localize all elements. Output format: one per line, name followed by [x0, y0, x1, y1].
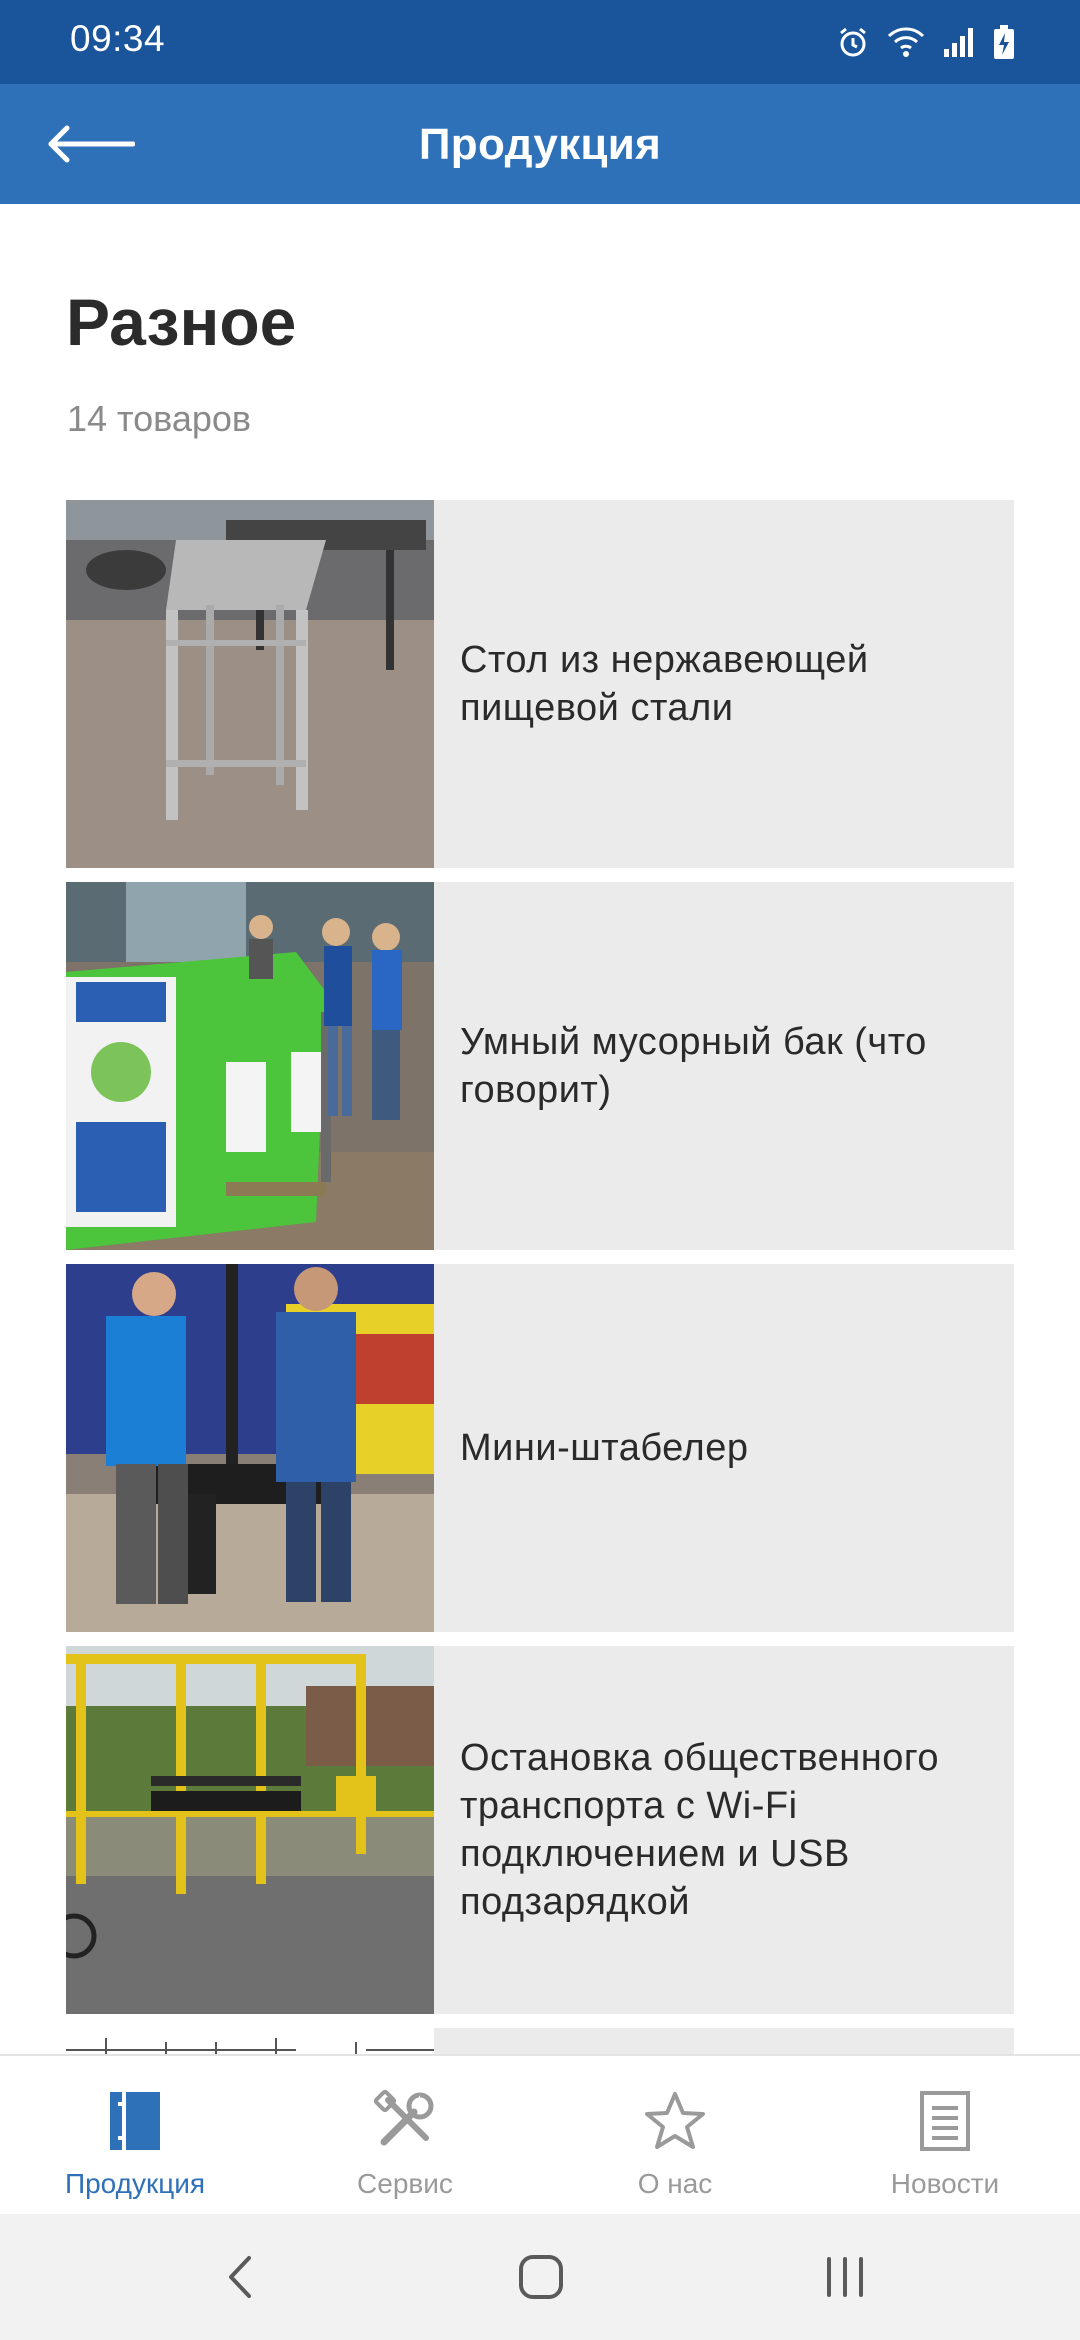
- system-back-button[interactable]: [195, 2242, 285, 2312]
- app-bar: Продукция: [0, 84, 1080, 204]
- nav-item-products[interactable]: Продукция: [0, 2056, 270, 2214]
- nav-label: Сервис: [357, 2168, 453, 2199]
- product-title: Мини-штабелер: [460, 1427, 749, 1469]
- nav-label: Продукция: [64, 2168, 206, 2199]
- category-title: Разное: [66, 285, 297, 359]
- alarm-icon: [836, 25, 870, 59]
- bottom-nav: Продукция Сервис О нас Новости: [0, 2054, 1080, 2214]
- tools-icon: [370, 2086, 440, 2156]
- product-title: Умный мусорный бак (что говорит): [460, 1021, 927, 1111]
- product-list: Стол из нержавеющей пищевой стали Умный …: [66, 500, 1014, 2054]
- system-recents-button[interactable]: [800, 2242, 890, 2312]
- system-nav-bar: [0, 2214, 1080, 2340]
- nav-label: Новости: [890, 2168, 1000, 2199]
- nav-item-service[interactable]: Сервис: [270, 2056, 540, 2214]
- nav-item-about[interactable]: О нас: [540, 2056, 810, 2214]
- product-card[interactable]: [66, 2028, 1014, 2054]
- product-card[interactable]: Стол из нержавеющей пищевой стали: [66, 500, 1014, 868]
- mini-stacker-photo: [66, 1264, 434, 1632]
- nav-label: О нас: [637, 2168, 713, 2199]
- nav-item-news[interactable]: Новости: [810, 2056, 1080, 2214]
- product-card[interactable]: Мини-штабелер: [66, 1264, 1014, 1632]
- star-icon: [640, 2086, 710, 2156]
- catalog-icon: [100, 2086, 170, 2156]
- category-count: 14 товаров: [67, 398, 252, 439]
- product-card[interactable]: Остановка общественного транспорта с Wi-…: [66, 1646, 1014, 2014]
- status-time: 09:34: [70, 18, 166, 59]
- product-title: Остановка общественного транспорта с Wi-…: [460, 1737, 940, 1923]
- product-card[interactable]: Умный мусорный бак (что говорит): [66, 882, 1014, 1250]
- content: Разное 14 товаров Стол из нержавеющей пи…: [0, 204, 1080, 2054]
- battery-charging-icon: [992, 24, 1016, 60]
- wifi-icon: [886, 25, 926, 59]
- signal-icon: [942, 25, 976, 59]
- recents-icon: [827, 2257, 863, 2297]
- screen: 09:34 Продукция Разное 14 товаров Стол и…: [0, 0, 1080, 2340]
- back-icon: [229, 2256, 251, 2298]
- stainless-steel-table-photo: [66, 500, 434, 868]
- app-title: Продукция: [418, 120, 662, 169]
- status-icons: [836, 20, 1016, 64]
- product-photo: [66, 2028, 434, 2054]
- product-title: Стол из нержавеющей пищевой стали: [460, 639, 869, 729]
- home-icon: [519, 2255, 563, 2299]
- news-icon: [910, 2086, 980, 2156]
- smart-trash-bin-photo: [66, 882, 434, 1250]
- bus-stop-photo: [66, 1646, 434, 2014]
- system-home-button[interactable]: [496, 2242, 586, 2312]
- status-bar: 09:34: [0, 0, 1080, 84]
